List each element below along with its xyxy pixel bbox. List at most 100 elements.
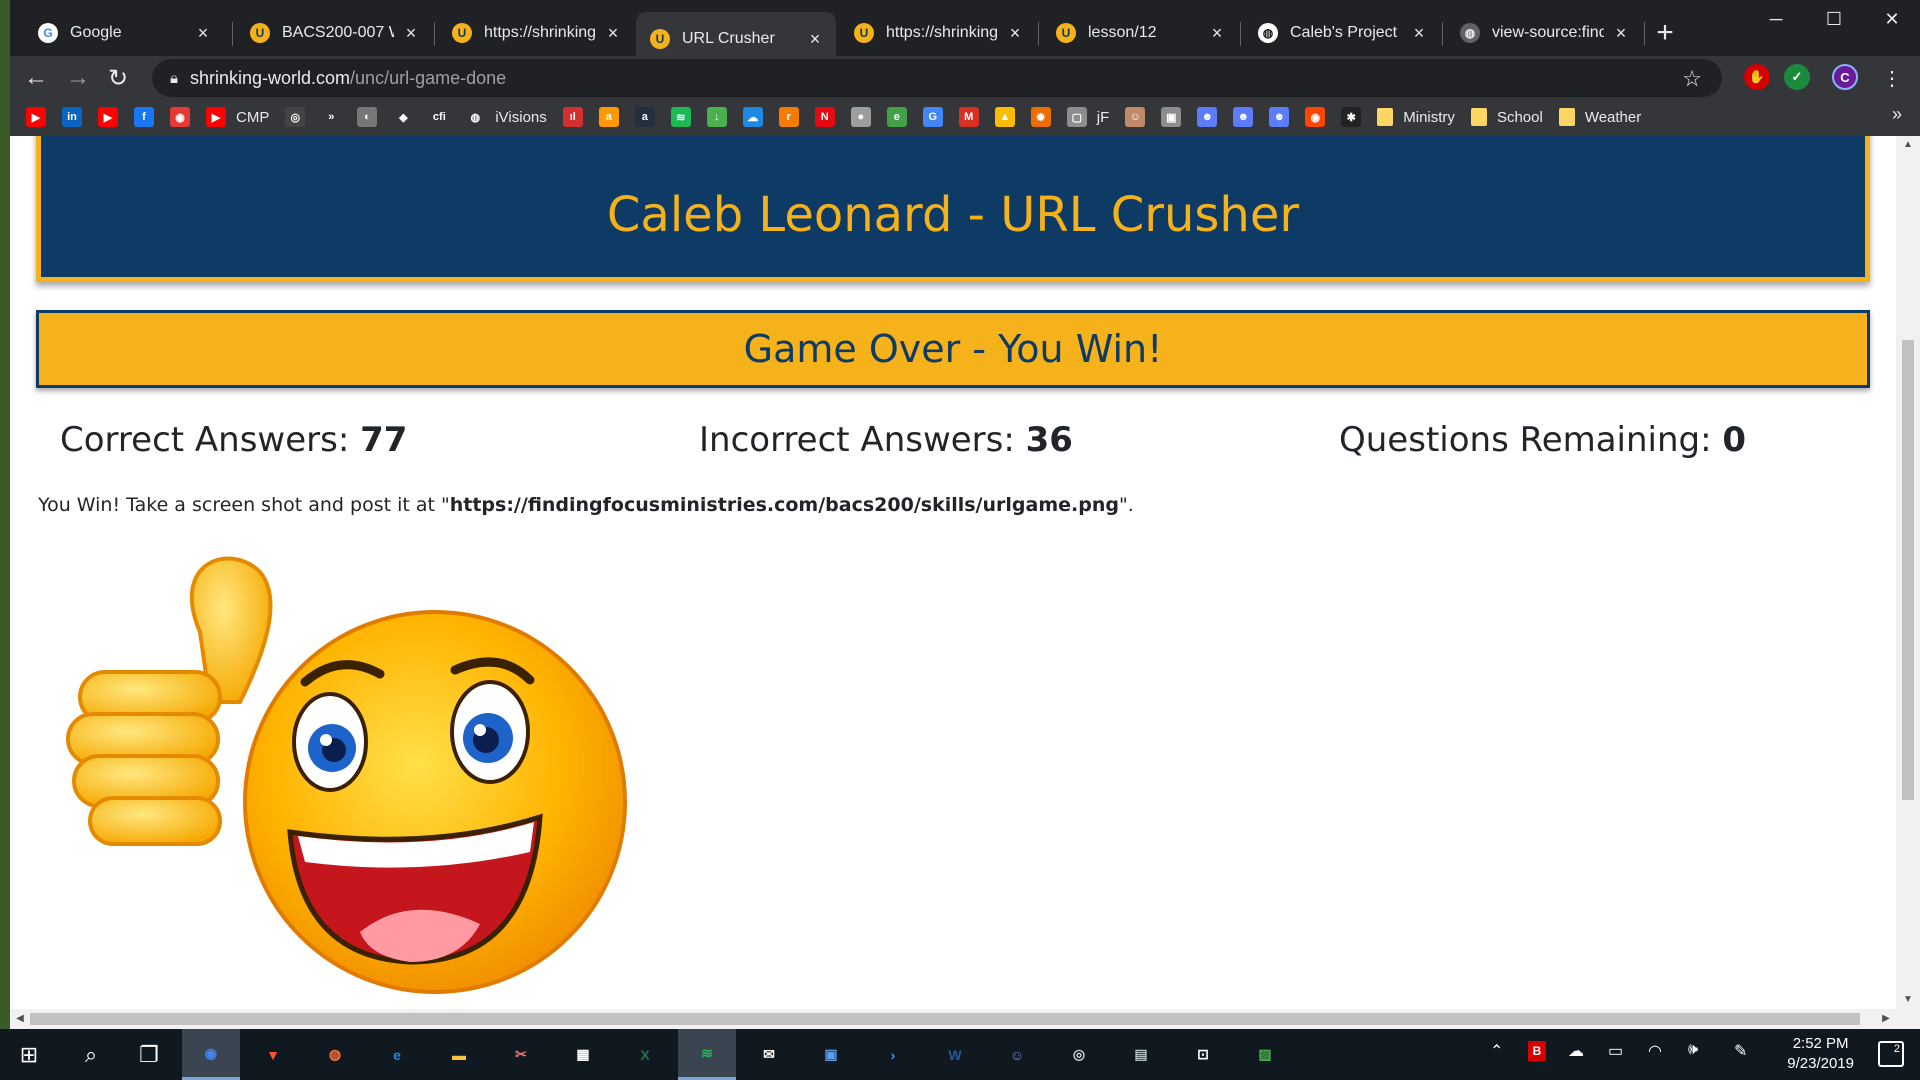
word-icon[interactable]: W — [926, 1029, 984, 1080]
bookmark-item[interactable]: ▣ — [1161, 107, 1182, 127]
bookmark-item[interactable]: cfi — [429, 107, 450, 127]
bookmark-item[interactable]: G — [922, 107, 943, 127]
scroll-up-icon[interactable]: ▲ — [1896, 136, 1920, 154]
bookmark-cmp[interactable]: ▶ CMP — [206, 107, 269, 127]
close-icon[interactable]: × — [1006, 23, 1024, 44]
scroll-left-icon[interactable]: ◀ — [12, 1009, 28, 1029]
search-icon[interactable]: ⌕ — [62, 1029, 120, 1080]
close-icon[interactable]: × — [1410, 23, 1428, 44]
file-explorer-icon[interactable]: ▬ — [430, 1029, 488, 1080]
tab-view-source[interactable]: ◍ view-source:findin × — [1446, 12, 1642, 54]
task-view-icon[interactable]: ❐ — [120, 1029, 178, 1080]
notification-center-icon[interactable]: 2 — [1878, 1041, 1904, 1067]
tab-bacs200[interactable]: U BACS200-007 Web × — [236, 12, 432, 54]
tab-google[interactable]: G Google × — [24, 12, 224, 54]
bookmark-item[interactable]: ↓ — [706, 107, 727, 127]
bookmark-item[interactable]: ☻ — [1233, 107, 1254, 127]
bookmark-item[interactable]: ◉ — [170, 107, 190, 127]
snip-icon[interactable]: ✂ — [492, 1029, 550, 1080]
bookmark-item[interactable]: ◐ — [357, 107, 378, 127]
system-clock[interactable]: 2:52 PM 9/23/2019 — [1787, 1034, 1854, 1074]
extension-icon[interactable]: ✓ — [1784, 64, 1810, 90]
minimize-button[interactable]: ─ — [1748, 4, 1804, 34]
bookmark-jf[interactable]: ▢ jF — [1066, 107, 1109, 127]
forward-button[interactable]: → — [62, 62, 94, 94]
bookmark-item[interactable]: e — [886, 107, 907, 127]
close-icon[interactable]: × — [194, 23, 212, 44]
start-button[interactable]: ⊞ — [0, 1029, 58, 1080]
battery-icon[interactable]: ▭ — [1608, 1041, 1623, 1061]
extension-icon[interactable]: ✋ — [1744, 64, 1770, 90]
close-window-button[interactable]: ✕ — [1864, 4, 1920, 34]
tray-expand-icon[interactable]: ⌃ — [1490, 1041, 1503, 1061]
excel-icon[interactable]: X — [616, 1029, 674, 1080]
bookmark-item[interactable]: N — [814, 107, 835, 127]
bookmark-weather[interactable]: Weather — [1558, 108, 1641, 126]
bookmark-item[interactable]: ▶ — [26, 107, 46, 127]
bookmark-ministry[interactable]: Ministry — [1377, 108, 1455, 126]
bookmark-item[interactable]: » — [321, 107, 342, 127]
tab-shrinking-2[interactable]: U https://shrinking-w × — [840, 12, 1036, 54]
bookmark-item[interactable]: r — [778, 107, 799, 127]
maximize-button[interactable]: ☐ — [1806, 4, 1862, 34]
pen-icon[interactable]: ✎ — [1734, 1041, 1747, 1061]
powershell-icon[interactable]: › — [864, 1029, 922, 1080]
bookmark-item[interactable]: ◎ — [285, 107, 306, 127]
bookmark-item[interactable]: M — [958, 107, 979, 127]
bookmark-item[interactable]: ▶ — [98, 107, 118, 127]
bookmark-item[interactable]: ✱ — [1341, 107, 1362, 127]
spotify-icon[interactable]: ≋ — [678, 1029, 736, 1080]
bookmark-item[interactable]: ≋ — [670, 107, 691, 127]
scroll-thumb[interactable] — [30, 1013, 1860, 1025]
remote-desktop-icon[interactable]: ▣ — [802, 1029, 860, 1080]
bookmark-item[interactable]: in — [62, 107, 82, 127]
bitdefender-icon[interactable]: B — [1528, 1041, 1546, 1061]
horizontal-scrollbar[interactable]: ◀ ▶ — [10, 1009, 1920, 1029]
bookmark-item[interactable]: ☁ — [742, 107, 763, 127]
bookmark-school[interactable]: School — [1470, 108, 1543, 126]
bookmark-item[interactable]: ▲ — [994, 107, 1015, 127]
store-icon[interactable]: ▦ — [554, 1029, 612, 1080]
close-icon[interactable]: × — [1208, 23, 1226, 44]
bracket-app-icon[interactable]: ⊡ — [1174, 1029, 1232, 1080]
bookmark-item[interactable]: a — [598, 107, 619, 127]
volume-icon[interactable]: 🕪︎ — [1688, 1041, 1698, 1059]
new-tab-button[interactable]: + — [1648, 16, 1682, 50]
bookmark-ivisions[interactable]: ◍ iVisions — [465, 107, 547, 127]
close-icon[interactable]: × — [604, 23, 622, 44]
reload-button[interactable]: ↻ — [102, 62, 134, 94]
back-button[interactable]: ← — [20, 62, 52, 94]
onedrive-icon[interactable]: ☁ — [1568, 1041, 1584, 1061]
bookmark-item[interactable]: ☺ — [1125, 107, 1146, 127]
close-icon[interactable]: × — [402, 23, 420, 44]
bookmark-item[interactable]: ıl — [562, 107, 583, 127]
close-icon[interactable]: × — [1612, 23, 1630, 44]
bookmarks-overflow-icon[interactable]: » — [1892, 104, 1902, 125]
bookmark-item[interactable]: ☻ — [1269, 107, 1290, 127]
close-icon[interactable]: × — [806, 29, 824, 50]
photos-icon[interactable]: ▨ — [1236, 1029, 1294, 1080]
chrome-icon[interactable]: ◉ — [182, 1029, 240, 1080]
address-bar[interactable]: 🔒︎ shrinking-world.com/unc/url-game-done… — [152, 59, 1722, 97]
tab-lesson-12[interactable]: U lesson/12 × — [1042, 12, 1238, 54]
mail-icon[interactable]: ✉ — [740, 1029, 798, 1080]
profile-avatar[interactable]: C — [1832, 64, 1858, 90]
bookmark-item[interactable]: f — [134, 107, 154, 127]
bookmark-item[interactable]: ◆ — [393, 107, 414, 127]
bookmark-item[interactable]: ☻ — [1197, 107, 1218, 127]
brave-icon[interactable]: ▼ — [244, 1029, 302, 1080]
network-icon[interactable]: ▤ — [1112, 1029, 1170, 1080]
firefox-icon[interactable]: ◍ — [306, 1029, 364, 1080]
vertical-scrollbar[interactable]: ▲ ▼ — [1896, 136, 1920, 1009]
steam-icon[interactable]: ◎ — [1050, 1029, 1108, 1080]
tab-project-plan[interactable]: ◍ Caleb's Project Pla × — [1244, 12, 1440, 54]
scroll-thumb[interactable] — [1902, 340, 1914, 800]
menu-icon[interactable]: ⋮ — [1876, 62, 1908, 94]
bookmark-item[interactable]: a — [634, 107, 655, 127]
bookmark-item[interactable]: ● — [850, 107, 871, 127]
bookmark-item[interactable]: ✹ — [1030, 107, 1051, 127]
edge-icon[interactable]: e — [368, 1029, 426, 1080]
scroll-down-icon[interactable]: ▼ — [1896, 991, 1920, 1009]
bookmark-item[interactable]: ◉ — [1305, 107, 1326, 127]
tab-shrinking-1[interactable]: U https://shrinking-w × — [438, 12, 634, 54]
